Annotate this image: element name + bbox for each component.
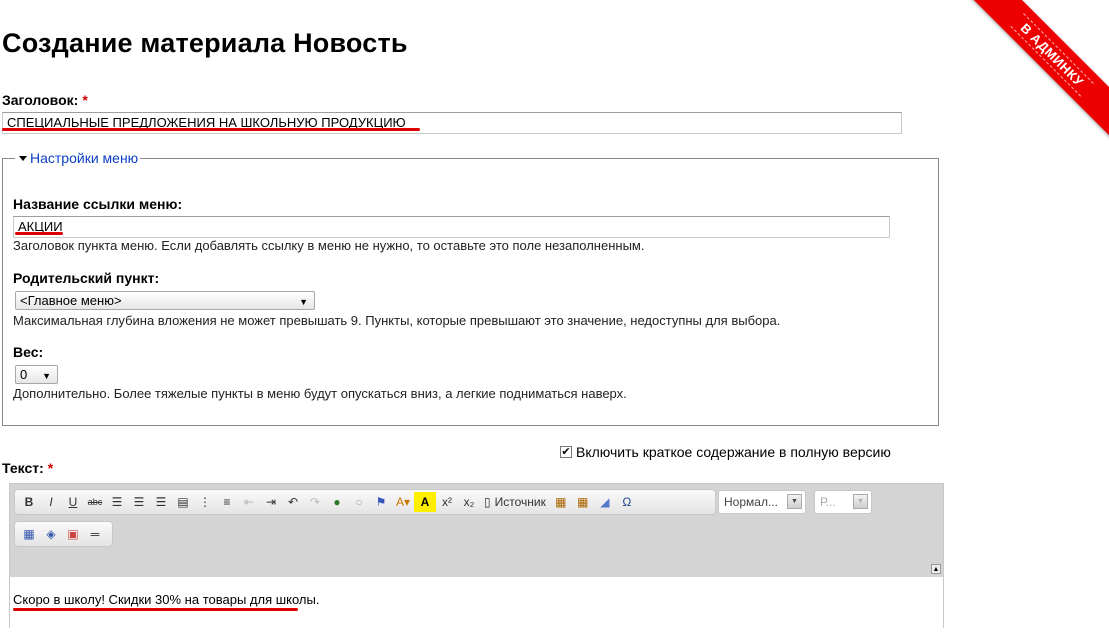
- background-color-icon[interactable]: A: [414, 492, 436, 512]
- special-char-icon[interactable]: Ω: [616, 492, 638, 512]
- outdent-icon[interactable]: ⇤: [238, 492, 260, 512]
- dropdown-arrow-icon: ▼: [299, 297, 308, 307]
- required-mark: *: [47, 460, 54, 476]
- image-icon[interactable]: ▣: [62, 524, 84, 544]
- content-highlight-underline: [13, 608, 298, 611]
- title-label: Заголовок: *: [2, 92, 88, 108]
- paste-text-icon[interactable]: ▦: [550, 492, 572, 512]
- body-label-text: Текст:: [2, 460, 44, 476]
- title-highlight-underline: [2, 128, 420, 131]
- collapse-toolbar-icon[interactable]: ▲: [931, 564, 941, 574]
- parent-item-select[interactable]: <Главное меню> ▼: [15, 291, 315, 310]
- align-justify-icon[interactable]: ▤: [172, 492, 194, 512]
- chevron-down-icon: ▼: [787, 494, 802, 509]
- horizontal-rule-icon[interactable]: ═: [84, 524, 106, 544]
- menu-link-title-label: Название ссылки меню:: [13, 196, 183, 212]
- body-label: Текст: *: [2, 460, 53, 476]
- anchor-flag-icon[interactable]: ⚑: [370, 492, 392, 512]
- bold-button[interactable]: B: [18, 492, 40, 512]
- required-mark: *: [82, 92, 88, 108]
- chevron-down-icon: ▼: [853, 494, 868, 509]
- editor-content-text: Скоро в школу! Скидки 30% на товары для …: [13, 592, 320, 607]
- numbered-list-icon[interactable]: ≡: [216, 492, 238, 512]
- link-icon[interactable]: ●: [326, 492, 348, 512]
- editor-toolbar-main: B I U abc ☰ ☰ ☰ ▤ ⋮ ≡ ⇤ ⇥ ↶ ↷ ● ○ ⚑ A▾ A…: [14, 489, 716, 515]
- format-combo-value: Нормал...: [724, 495, 778, 509]
- parent-item-label: Родительский пункт:: [13, 270, 160, 286]
- editor-content-area[interactable]: Скоро в школу! Скидки 30% на товары для …: [10, 577, 943, 637]
- source-button[interactable]: ▯ Источник: [480, 495, 550, 509]
- text-color-icon[interactable]: A▾: [392, 492, 414, 512]
- iframe-icon[interactable]: ◈: [40, 524, 62, 544]
- paste-word-icon[interactable]: ▦: [572, 492, 594, 512]
- source-button-label: Источник: [494, 495, 546, 509]
- bulleted-list-icon[interactable]: ⋮: [194, 492, 216, 512]
- superscript-button[interactable]: x²: [436, 492, 458, 512]
- parent-item-selected: <Главное меню>: [20, 293, 122, 308]
- summary-checkbox-row[interactable]: ✔ Включить краткое содержание в полную в…: [560, 444, 891, 460]
- admin-corner-label: В АДМИНКУ: [1010, 12, 1095, 97]
- weight-selected: 0: [20, 367, 28, 382]
- italic-button[interactable]: I: [40, 492, 62, 512]
- align-left-icon[interactable]: ☰: [106, 492, 128, 512]
- subscript-button[interactable]: x₂: [458, 492, 480, 512]
- redo-icon[interactable]: ↷: [304, 492, 326, 512]
- menu-settings-legend-text: Настройки меню: [30, 150, 139, 166]
- menu-link-highlight-underline: [15, 232, 63, 235]
- page-title: Создание материала Новость: [2, 28, 408, 58]
- weight-select[interactable]: 0 ▼: [15, 365, 58, 384]
- underline-button[interactable]: U: [62, 492, 84, 512]
- menu-link-title-description: Заголовок пункта меню. Если добавлять сс…: [13, 238, 645, 253]
- source-icon: ▯: [484, 495, 491, 509]
- align-right-icon[interactable]: ☰: [150, 492, 172, 512]
- dropdown-arrow-icon: ▼: [42, 371, 51, 381]
- font-combo-value: Р...: [820, 495, 836, 509]
- indent-icon[interactable]: ⇥: [260, 492, 282, 512]
- font-combo[interactable]: Р... ▼: [814, 490, 872, 514]
- weight-label: Вес:: [13, 344, 44, 360]
- title-label-text: Заголовок:: [2, 92, 79, 108]
- summary-checkbox[interactable]: ✔: [560, 446, 572, 458]
- strikethrough-button[interactable]: abc: [84, 492, 106, 512]
- menu-link-title-input[interactable]: АКЦИИ: [13, 216, 890, 238]
- parent-item-description: Максимальная глубина вложения не может п…: [13, 313, 781, 328]
- summary-checkbox-label: Включить краткое содержание в полную вер…: [576, 444, 891, 460]
- align-center-icon[interactable]: ☰: [128, 492, 150, 512]
- eraser-icon[interactable]: ◢: [594, 492, 616, 512]
- collapse-arrow-icon: [19, 155, 27, 161]
- admin-corner-link[interactable]: В АДМИНКУ: [967, 0, 1109, 139]
- menu-settings-legend[interactable]: Настройки меню: [15, 150, 141, 166]
- format-combo[interactable]: Нормал... ▼: [718, 490, 806, 514]
- editor-toolbar-second: ▦ ◈ ▣ ═: [14, 521, 113, 547]
- unlink-icon[interactable]: ○: [348, 492, 370, 512]
- rich-text-editor: B I U abc ☰ ☰ ☰ ▤ ⋮ ≡ ⇤ ⇥ ↶ ↷ ● ○ ⚑ A▾ A…: [9, 483, 944, 637]
- table-icon[interactable]: ▦: [18, 524, 40, 544]
- undo-icon[interactable]: ↶: [282, 492, 304, 512]
- weight-description: Дополнительно. Более тяжелые пункты в ме…: [13, 386, 627, 401]
